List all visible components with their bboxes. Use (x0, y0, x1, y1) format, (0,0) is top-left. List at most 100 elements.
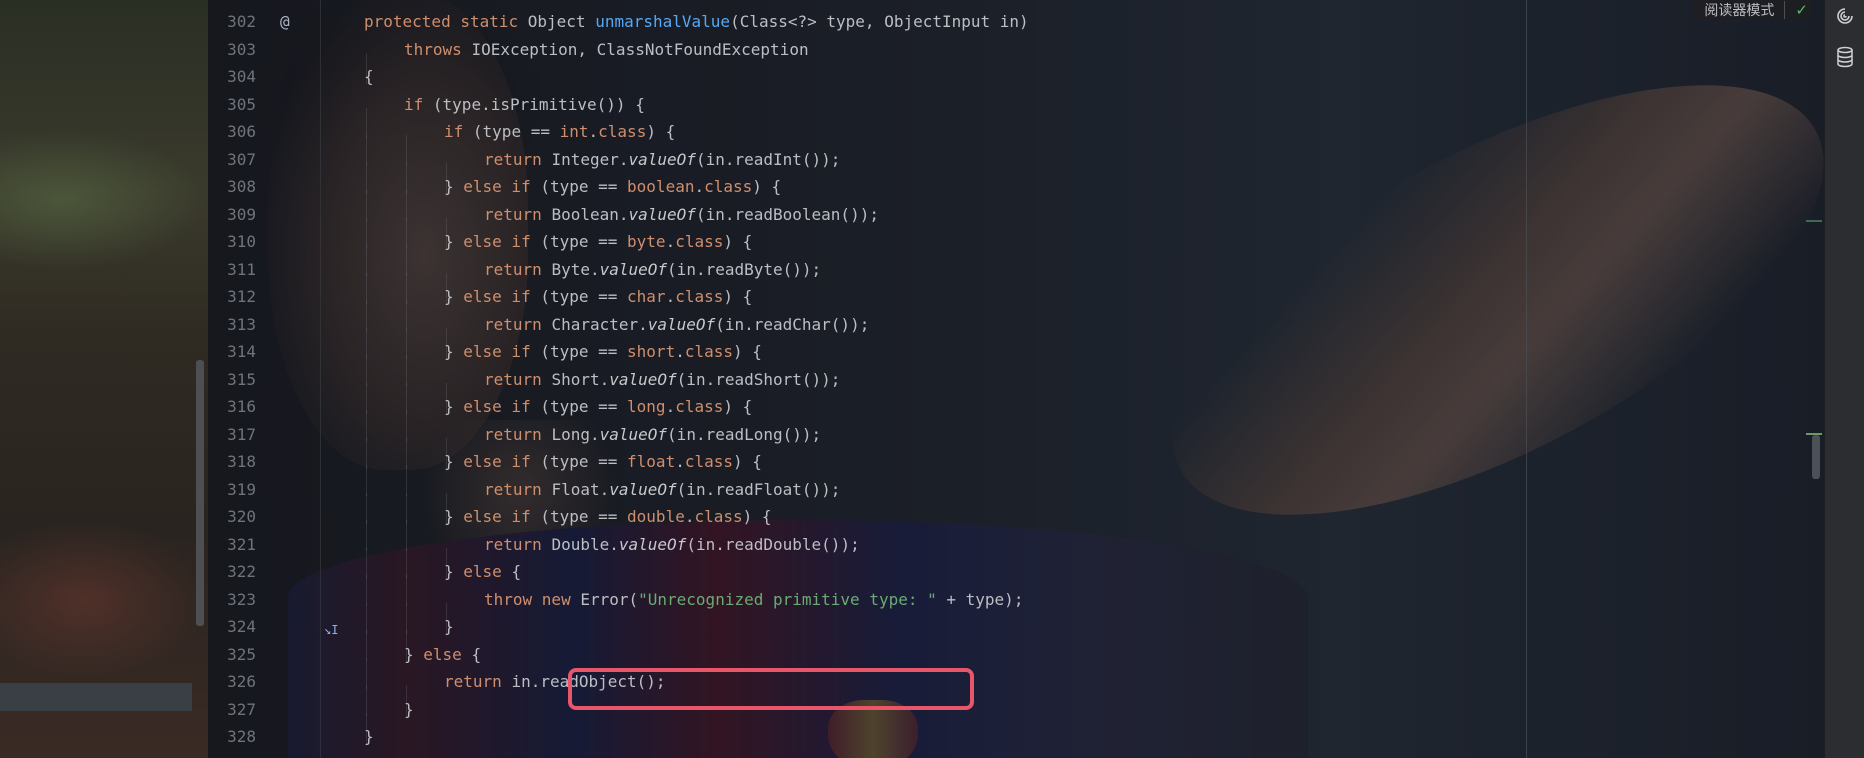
code-line[interactable]: 302 @ protected static Object unmarshalVal… (208, 8, 1824, 36)
code-line[interactable]: 313 return Character.valueOf(in.readChar(… (208, 311, 1824, 359)
line-number[interactable]: 317 (208, 421, 256, 449)
code-line[interactable]: 328} (208, 723, 1824, 751)
code-line[interactable]: 311 return Byte.valueOf(in.readByte()); (208, 256, 1824, 304)
line-number[interactable]: 302 (208, 8, 256, 36)
line-number[interactable]: 323 (208, 586, 256, 614)
line-number[interactable]: 318 (208, 448, 256, 476)
line-number[interactable]: 316 (208, 393, 256, 421)
code-line[interactable]: 322 } else { (208, 558, 1824, 606)
reader-mode-toggle[interactable]: 阅读器模式 (1704, 0, 1774, 20)
line-number[interactable]: 320 (208, 503, 256, 531)
inspection-ok-check-icon[interactable]: ✓ (1795, 1, 1808, 19)
code-text[interactable]: } (364, 696, 414, 744)
code-line[interactable]: 308 } else if (type == boolean.class) { (208, 173, 1824, 221)
line-number[interactable]: 305 (208, 91, 256, 119)
code-text[interactable]: if (type == int.class) { (364, 118, 675, 166)
code-line[interactable]: 318 } else if (type == float.class) { (208, 448, 1824, 496)
override-gutter-icon[interactable]: @ (280, 8, 290, 36)
code-token: (type == (540, 507, 628, 526)
line-number[interactable]: 307 (208, 146, 256, 174)
line-number[interactable]: 308 (208, 173, 256, 201)
line-number[interactable]: 311 (208, 256, 256, 284)
code-line[interactable]: 326 return in.readObject(); (208, 668, 1824, 716)
code-text[interactable]: } (364, 723, 374, 751)
code-text[interactable]: { (364, 63, 374, 91)
line-number[interactable]: 327 (208, 696, 256, 724)
code-line[interactable]: 309 return Boolean.valueOf(in.readBoolean… (208, 201, 1824, 249)
code-text[interactable]: return Double.valueOf(in.readDouble()); (364, 531, 860, 579)
code-line[interactable]: 303 throws IOException, ClassNotFoundExce… (208, 36, 1824, 84)
code-text[interactable]: protected static Object unmarshalValue(C… (364, 8, 1029, 36)
line-number[interactable]: 319 (208, 476, 256, 504)
code-token: } (444, 617, 454, 636)
code-line[interactable]: 306 if (type == int.class) { (208, 118, 1824, 166)
code-token: if (444, 122, 473, 141)
line-number[interactable]: 314 (208, 338, 256, 366)
code-line[interactable]: 323 throw new Error("Unrecognized primiti… (208, 586, 1824, 634)
code-text[interactable]: if (type.isPrimitive()) { (364, 91, 645, 139)
line-number[interactable]: 321 (208, 531, 256, 559)
line-number[interactable]: 322 (208, 558, 256, 586)
code-line[interactable]: 321 return Double.valueOf(in.readDouble()… (208, 531, 1824, 579)
code-text[interactable]: return Integer.valueOf(in.readInt()); (364, 146, 840, 194)
code-editor[interactable]: 302 @ protected static Object unmarshalVal… (208, 0, 1824, 758)
code-line[interactable]: 317 return Long.valueOf(in.readLong()); (208, 421, 1824, 469)
line-number[interactable]: 309 (208, 201, 256, 229)
line-number[interactable]: 325 (208, 641, 256, 669)
code-line[interactable]: 315 return Short.valueOf(in.readShort()); (208, 366, 1824, 414)
code-token: } (444, 287, 464, 306)
code-line[interactable]: 314 } else if (type == short.class) { (208, 338, 1824, 386)
code-line[interactable]: 305 if (type.isPrimitive()) { (208, 91, 1824, 139)
code-text[interactable]: } else if (type == float.class) { (364, 448, 762, 496)
line-number[interactable]: 313 (208, 311, 256, 339)
code-line[interactable]: 325 } else { (208, 641, 1824, 689)
code-text[interactable]: } else if (type == double.class) { (364, 503, 772, 551)
code-area[interactable]: 302 @ protected static Object unmarshalVal… (208, 8, 1824, 751)
code-line[interactable]: 310 } else if (type == byte.class) { (208, 228, 1824, 276)
line-number[interactable]: 312 (208, 283, 256, 311)
code-text[interactable]: return Float.valueOf(in.readFloat()); (364, 476, 840, 524)
code-text[interactable]: return Character.valueOf(in.readChar()); (364, 311, 869, 359)
code-text[interactable]: } else if (type == short.class) { (364, 338, 762, 386)
line-number[interactable]: 328 (208, 723, 256, 751)
code-line[interactable]: 327} (208, 696, 1824, 744)
code-line[interactable]: 320 } else if (type == double.class) { (208, 503, 1824, 551)
code-text[interactable]: throws IOException, ClassNotFoundExcepti… (364, 36, 809, 84)
code-text[interactable]: } else if (type == byte.class) { (364, 228, 752, 276)
code-token: throw (484, 589, 542, 609)
code-text[interactable]: return Short.valueOf(in.readShort()); (364, 366, 840, 414)
code-token: else if (463, 507, 541, 526)
editor-scrollbar[interactable] (1812, 435, 1820, 479)
code-text[interactable]: } else { (364, 641, 481, 689)
code-line[interactable]: 304 { (208, 63, 1824, 91)
line-number[interactable]: 315 (208, 366, 256, 394)
line-number[interactable]: 303 (208, 36, 256, 64)
line-number[interactable]: 324 (208, 613, 256, 641)
code-token: (Class<?> type, ObjectInput in) (730, 12, 1029, 31)
code-text[interactable]: } else if (type == long.class) { (364, 393, 752, 441)
code-line[interactable]: 312 } else if (type == char.class) { (208, 283, 1824, 331)
code-token: + type); (936, 589, 1024, 609)
line-number[interactable]: 304 (208, 63, 256, 91)
code-line[interactable]: 307 return Integer.valueOf(in.readInt()); (208, 146, 1824, 194)
code-text[interactable]: return Boolean.valueOf(in.readBoolean())… (364, 201, 879, 249)
code-line[interactable]: 319 return Float.valueOf(in.readFloat()); (208, 476, 1824, 524)
line-number[interactable]: 306 (208, 118, 256, 146)
code-text[interactable]: } else if (type == char.class) { (364, 283, 752, 331)
code-text[interactable]: throw new Error("Unrecognized primitive … (364, 586, 1024, 634)
code-text[interactable]: return Long.valueOf(in.readLong()); (364, 421, 821, 469)
database-icon[interactable] (1835, 46, 1855, 68)
ai-assistant-icon[interactable] (1835, 6, 1855, 26)
code-line[interactable]: 324 ↘I} (208, 613, 1824, 661)
code-token: Boolean. (551, 204, 629, 224)
code-line[interactable]: 316 } else if (type == long.class) { (208, 393, 1824, 441)
code-token: valueOf (599, 259, 668, 279)
line-number[interactable]: 310 (208, 228, 256, 256)
code-text[interactable]: } else if (type == boolean.class) { (364, 173, 781, 221)
project-selected-row[interactable] (0, 683, 192, 711)
code-text[interactable]: return Byte.valueOf(in.readByte()); (364, 256, 821, 304)
project-scrollbar[interactable] (196, 360, 204, 626)
code-text[interactable]: } (364, 613, 454, 661)
code-text[interactable]: } else { (364, 558, 521, 606)
line-number[interactable]: 326 (208, 668, 256, 696)
